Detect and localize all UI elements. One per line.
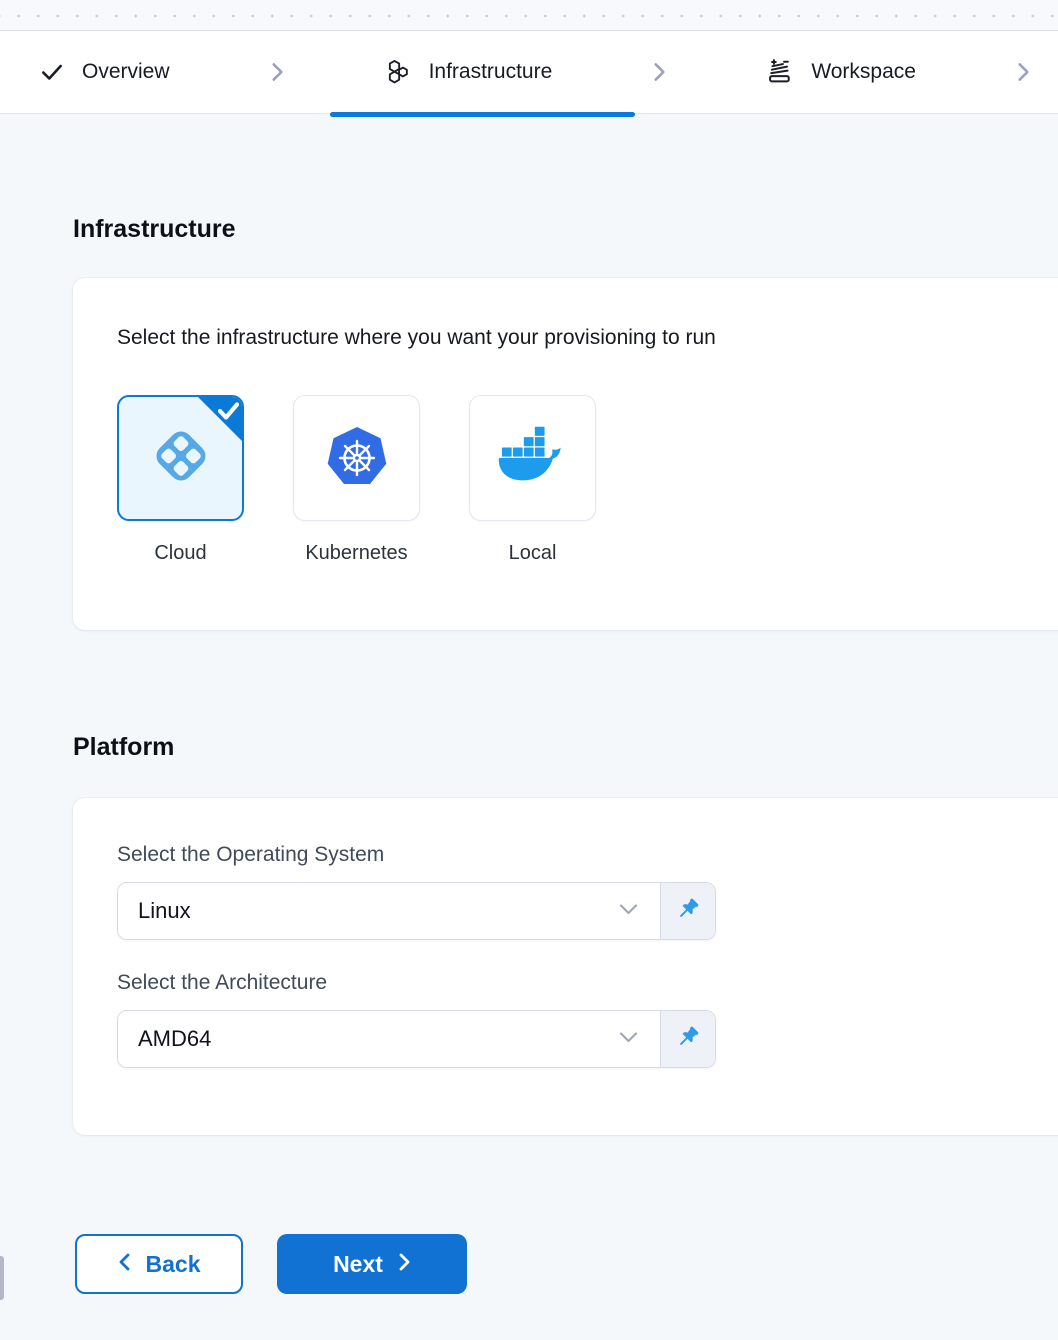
step-workspace-label: Workspace [811, 60, 916, 84]
chevron-right-icon [648, 59, 670, 85]
chevron-right-icon [266, 59, 288, 85]
option-local: Local [469, 395, 596, 565]
selected-check-badge [197, 396, 243, 447]
wizard-stepper: Overview Infrastructure [0, 31, 1058, 114]
next-button-label: Next [333, 1251, 383, 1278]
os-select[interactable]: Linux [118, 883, 661, 939]
back-button[interactable]: Back [75, 1234, 243, 1294]
pushpin-icon [675, 896, 701, 927]
scrollbar-thumb[interactable] [0, 1256, 4, 1300]
wizard-footer-actions: Back Next [75, 1234, 1058, 1294]
pushpin-icon [675, 1024, 701, 1055]
arch-select-value: AMD64 [138, 1026, 211, 1052]
arch-select[interactable]: AMD64 [118, 1011, 661, 1067]
cloud-tile[interactable] [117, 395, 244, 521]
step-overview[interactable]: Overview [33, 59, 176, 85]
option-cloud: Cloud [117, 395, 244, 565]
local-tile[interactable] [469, 395, 596, 521]
platform-card: Select the Operating System Linux Select… [73, 798, 1058, 1135]
active-step-underline [330, 112, 635, 117]
os-pin-button[interactable] [661, 883, 715, 939]
step-infrastructure[interactable]: Infrastructure [378, 58, 559, 86]
os-select-value: Linux [138, 898, 191, 924]
hexagons-icon [384, 58, 412, 86]
local-tile-label: Local [509, 542, 557, 565]
docker-whale-icon [494, 426, 572, 491]
dotted-canvas-strip [0, 0, 1058, 31]
os-field-label: Select the Operating System [117, 842, 1058, 868]
stack-plus-icon [766, 58, 794, 86]
check-icon [39, 59, 65, 85]
back-button-label: Back [146, 1251, 201, 1278]
kubernetes-tile-label: Kubernetes [305, 542, 407, 565]
arch-field-label: Select the Architecture [117, 970, 1058, 996]
arch-pin-button[interactable] [661, 1011, 715, 1067]
chevron-right-icon [397, 1251, 411, 1278]
next-button[interactable]: Next [277, 1234, 467, 1294]
arch-combo-group: AMD64 [117, 1010, 716, 1068]
infrastructure-card: Select the infrastructure where you want… [73, 278, 1058, 630]
kubernetes-helm-icon [324, 424, 390, 493]
platform-section-title: Platform [73, 732, 1058, 762]
chevron-right-icon [1012, 59, 1034, 85]
kubernetes-tile[interactable] [293, 395, 420, 521]
infrastructure-prompt: Select the infrastructure where you want… [117, 325, 1058, 350]
step-workspace[interactable]: Workspace [760, 58, 922, 86]
chevron-down-icon [619, 1030, 638, 1049]
infrastructure-section-title: Infrastructure [73, 214, 1058, 244]
option-kubernetes: Kubernetes [293, 395, 420, 565]
chevron-left-icon [118, 1251, 132, 1278]
cloud-tile-label: Cloud [154, 542, 206, 565]
os-combo-group: Linux [117, 882, 716, 940]
infrastructure-options: Cloud [117, 395, 1058, 565]
step-overview-label: Overview [82, 60, 170, 84]
step-infrastructure-label: Infrastructure [429, 60, 553, 84]
chevron-down-icon [619, 902, 638, 921]
